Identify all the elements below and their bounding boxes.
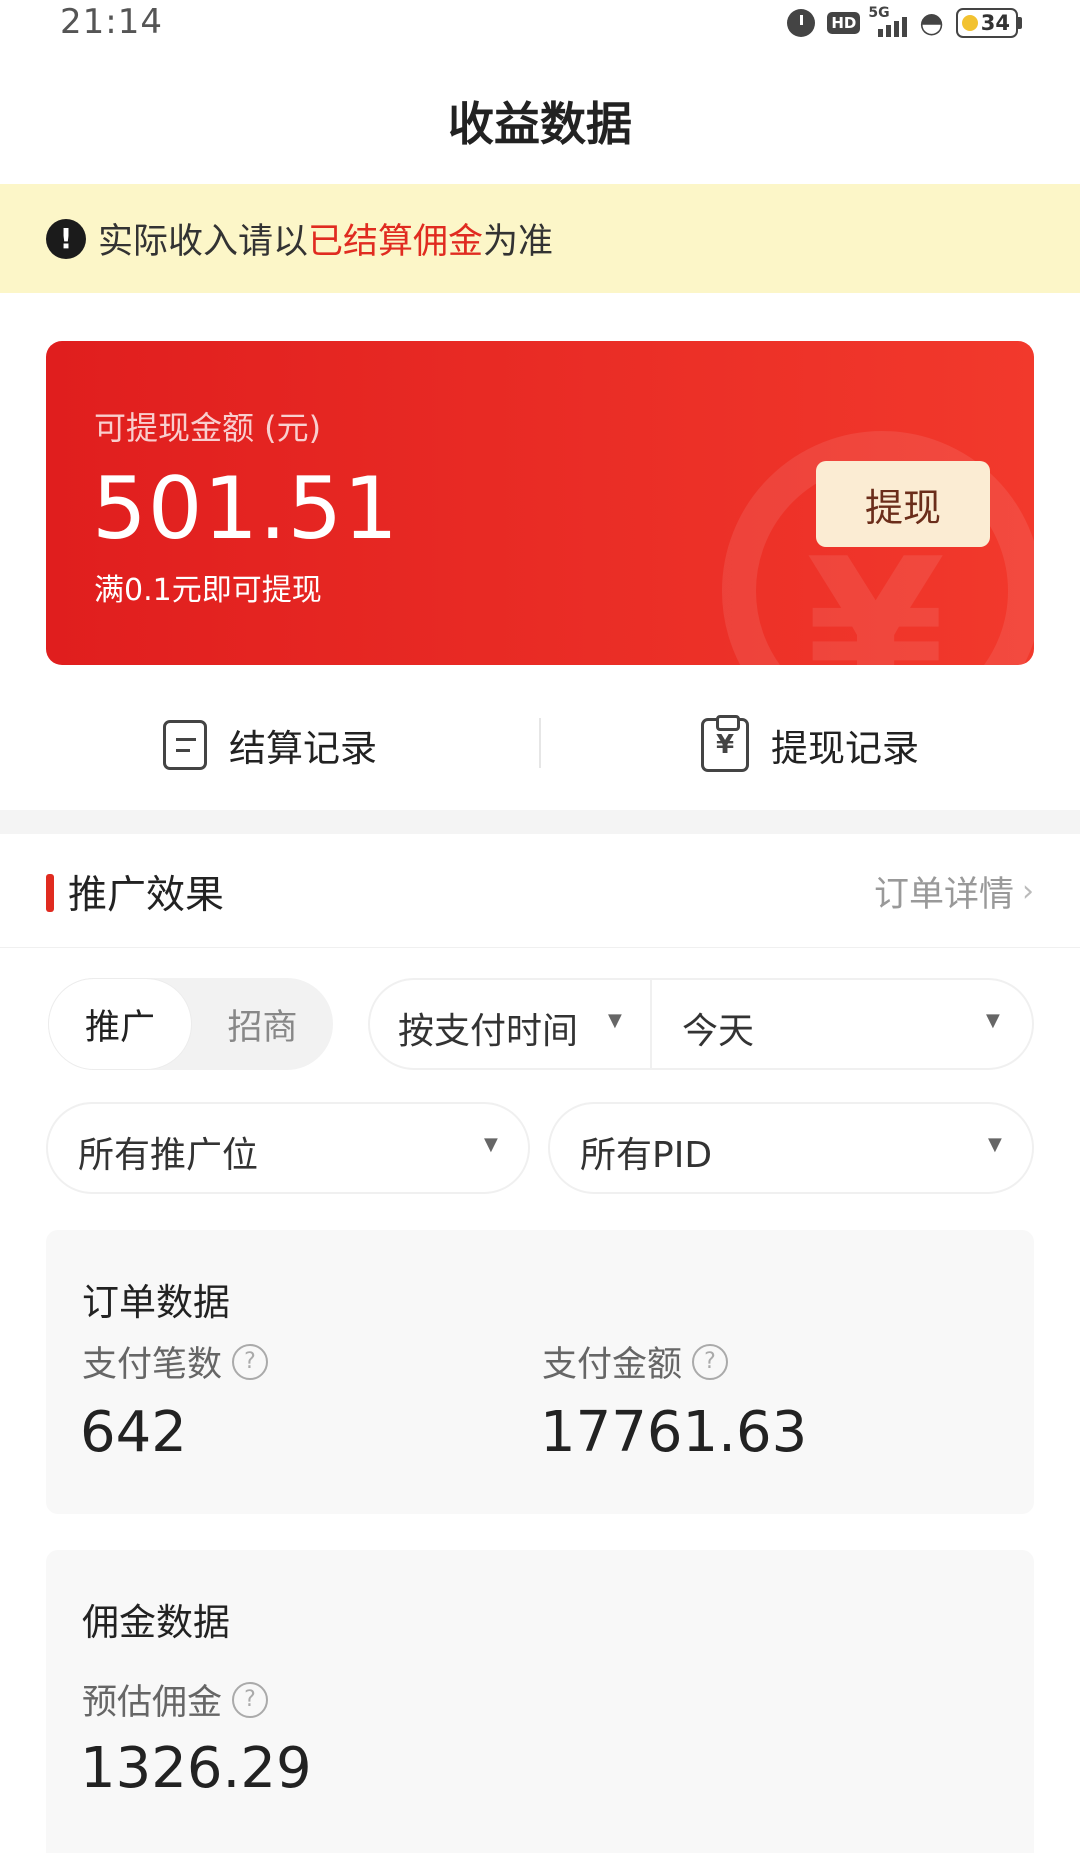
pay-amount-label-text: 支付金额 <box>542 1345 683 1385</box>
app-screen: 21:14 HD 5G ◓ 34 收益数据 ! 实际收入请以 已结算佣金 为准 ¥ … <box>0 0 1080 1853</box>
balance-amount: 501.51 <box>92 459 399 559</box>
help-icon[interactable]: ? <box>692 1343 729 1380</box>
alarm-icon <box>787 8 816 37</box>
caret-down-icon: ▼ <box>608 1010 622 1031</box>
section-accent-bar <box>46 874 54 912</box>
pay-count-value: 642 <box>80 1400 187 1465</box>
settlement-records-label: 结算记录 <box>229 727 377 770</box>
status-icons: HD 5G ◓ 34 <box>787 5 1022 39</box>
pid-select[interactable]: 所有PID ▼ <box>548 1102 1034 1194</box>
status-time: 21:14 <box>60 2 163 42</box>
withdraw-records-label: 提现记录 <box>771 727 919 770</box>
pid-value: 所有PID <box>580 1135 713 1176</box>
position-value: 所有推广位 <box>78 1135 259 1176</box>
balance-label: 可提现金额 (元) <box>94 409 322 447</box>
estimated-commission-label: 预估佣金 ? <box>82 1674 269 1725</box>
status-bar: 21:14 HD 5G ◓ 34 <box>0 0 1080 50</box>
pay-count-label-text: 支付笔数 <box>82 1345 223 1385</box>
time-filter-group: 按支付时间 ▼ 今天 ▼ <box>368 978 1034 1070</box>
hd-icon: HD <box>827 11 861 34</box>
promo-type-segment: 推广 招商 <box>48 978 333 1070</box>
order-details-link[interactable]: 订单详情 › <box>874 866 1034 917</box>
estimated-commission-value: 1326.29 <box>80 1736 312 1801</box>
help-icon[interactable]: ? <box>232 1681 269 1718</box>
document-icon <box>163 720 207 770</box>
settlement-records-link[interactable]: 结算记录 <box>0 718 540 772</box>
network-label: 5G <box>868 4 890 21</box>
period-value: 今天 <box>682 1011 755 1052</box>
notice-suffix: 为准 <box>483 222 554 262</box>
battery-level: 34 <box>980 10 1010 35</box>
commission-data-card: 佣金数据 预估佣金 ? 1326.29 <box>46 1550 1034 1853</box>
order-data-card: 订单数据 支付笔数 ? 642 支付金额 ? 17761.63 <box>46 1230 1034 1514</box>
period-select[interactable]: 今天 ▼ <box>652 980 1034 1068</box>
caret-down-icon: ▼ <box>484 1134 498 1155</box>
section-separator <box>0 810 1080 834</box>
battery-tip <box>1018 16 1022 29</box>
battery-saver-icon <box>961 14 978 31</box>
segment-promo[interactable]: 推广 <box>48 978 192 1070</box>
withdraw-button[interactable]: 提现 <box>816 461 990 547</box>
notice-banner: ! 实际收入请以 已结算佣金 为准 <box>0 184 1080 293</box>
balance-note: 满0.1元即可提现 <box>94 573 322 608</box>
battery-icon: 34 <box>955 7 1018 38</box>
order-data-title: 订单数据 <box>82 1281 230 1324</box>
chevron-right-icon: › <box>1022 874 1034 909</box>
balance-card: ¥ 可提现金额 (元) 501.51 满0.1元即可提现 提现 <box>46 341 1034 665</box>
records-divider <box>539 718 541 768</box>
wifi-icon: ◓ <box>919 6 944 39</box>
records-row: 结算记录 ¥ 提现记录 <box>0 700 1080 790</box>
page-title: 收益数据 <box>448 97 632 151</box>
withdraw-records-link[interactable]: ¥ 提现记录 <box>540 715 1080 772</box>
time-type-select[interactable]: 按支付时间 ▼ <box>370 980 650 1068</box>
segment-merchant[interactable]: 招商 <box>192 999 333 1050</box>
promo-section-title: 推广效果 <box>68 873 225 918</box>
pay-amount-label: 支付金额 ? <box>542 1336 729 1387</box>
commission-data-title: 佣金数据 <box>82 1601 230 1644</box>
order-details-label: 订单详情 <box>873 875 1014 915</box>
signal-icon: 5G <box>868 5 908 37</box>
notice-highlight: 已结算佣金 <box>308 222 484 262</box>
promo-section-header: 推广效果 订单详情 › <box>0 834 1080 948</box>
position-select[interactable]: 所有推广位 ▼ <box>46 1102 530 1194</box>
help-icon[interactable]: ? <box>232 1343 269 1380</box>
estimated-commission-label-text: 预估佣金 <box>82 1683 223 1723</box>
exclamation-icon: ! <box>46 218 86 259</box>
yen-clipboard-icon: ¥ <box>701 715 749 772</box>
notice-prefix: 实际收入请以 <box>98 222 309 262</box>
pay-count-label: 支付笔数 ? <box>82 1336 269 1387</box>
caret-down-icon: ▼ <box>988 1134 1002 1155</box>
caret-down-icon: ▼ <box>986 1010 1000 1031</box>
time-type-value: 按支付时间 <box>398 1011 579 1052</box>
pay-amount-value: 17761.63 <box>540 1400 808 1465</box>
